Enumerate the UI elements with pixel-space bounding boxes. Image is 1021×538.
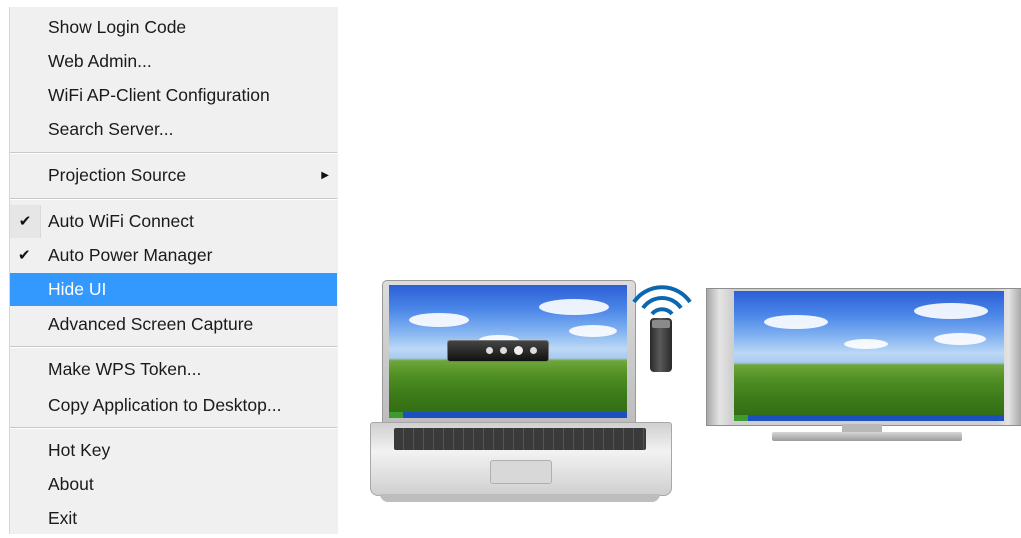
menu-item-hide-ui[interactable]: Hide UI — [10, 273, 337, 306]
menu-item-label: WiFi AP-Client Configuration — [48, 85, 270, 105]
check-icon: ✔ — [18, 246, 31, 264]
usb-dongle-icon — [650, 318, 672, 372]
menu-item-about[interactable]: About — [10, 468, 337, 501]
menu-item-advanced-screen-capture[interactable]: Advanced Screen Capture — [10, 308, 337, 341]
menu-item-label: Exit — [48, 508, 78, 528]
floating-toolbar-thumbnail — [447, 340, 549, 362]
menu-item-label: Advanced Screen Capture — [48, 314, 254, 334]
monitor-icon — [706, 288, 1021, 444]
menu-item-hot-key[interactable]: Hot Key — [10, 434, 337, 467]
menu-separator — [10, 427, 337, 429]
submenu-arrow-icon: ▶ — [321, 170, 329, 181]
menu-item-label: Auto WiFi Connect — [48, 211, 194, 231]
menu-item-web-admin[interactable]: Web Admin... — [10, 45, 337, 78]
check-icon: ✔ — [10, 205, 41, 238]
menu-item-label: Search Server... — [48, 119, 174, 139]
menu-separator — [10, 346, 337, 348]
context-menu: Show Login Code Web Admin... WiFi AP-Cli… — [9, 7, 338, 534]
projection-illustration — [360, 268, 1021, 508]
menu-item-label: Copy Application to Desktop... — [48, 395, 282, 415]
menu-item-label: Hide UI — [48, 279, 107, 299]
menu-item-wifi-ap-client-configuration[interactable]: WiFi AP-Client Configuration — [10, 79, 337, 112]
menu-item-make-wps-token[interactable]: Make WPS Token... — [10, 353, 337, 386]
menu-item-label: Make WPS Token... — [48, 359, 202, 379]
menu-item-label: Web Admin... — [48, 51, 152, 71]
menu-item-search-server[interactable]: Search Server... — [10, 113, 337, 146]
monitor-screen — [734, 291, 1004, 421]
menu-item-label: Auto Power Manager — [48, 245, 213, 265]
menu-item-label: Show Login Code — [48, 17, 187, 37]
menu-item-auto-wifi-connect[interactable]: ✔ Auto WiFi Connect — [10, 205, 337, 238]
menu-item-label: Projection Source — [48, 165, 187, 185]
keyboard — [394, 428, 646, 450]
laptop-screen — [389, 285, 627, 418]
menu-item-projection-source[interactable]: Projection Source ▶ — [10, 159, 337, 192]
menu-item-label: Hot Key — [48, 440, 111, 460]
menu-item-auto-power-manager[interactable]: ✔ Auto Power Manager — [10, 239, 337, 272]
menu-item-show-login-code[interactable]: Show Login Code — [10, 11, 337, 44]
menu-item-exit[interactable]: Exit — [10, 502, 337, 535]
menu-item-copy-application-to-desktop[interactable]: Copy Application to Desktop... — [10, 389, 337, 422]
laptop-icon — [370, 280, 672, 504]
menu-item-label: About — [48, 474, 94, 494]
wifi-signal-icon — [632, 285, 692, 316]
menu-separator — [10, 198, 337, 200]
menu-separator — [10, 152, 337, 154]
